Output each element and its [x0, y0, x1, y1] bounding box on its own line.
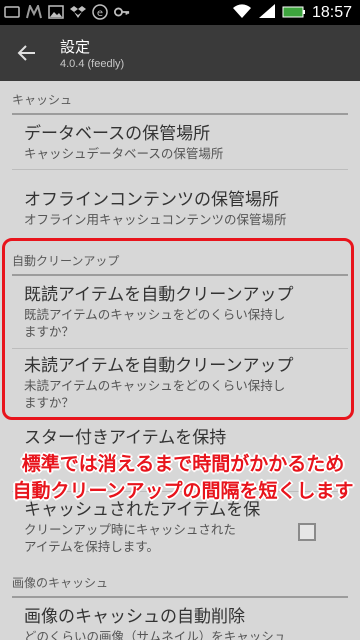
pref-title: 画像のキャッシュの自動削除: [24, 607, 245, 627]
status-time: 18:57: [311, 4, 352, 21]
back-arrow-icon: [17, 45, 35, 61]
pref-summary: どのくらいの画像（サムネイル）をキャッシュ: [24, 629, 287, 640]
annotation-line2: 自動クリーンアップの間隔を短くします: [12, 480, 354, 502]
action-bar: 設定 4.0.4 (feedly): [0, 25, 360, 81]
settings-list: キャッシュ データベースの保管場所 キャッシュデータベースの保管場所 オフライン…: [0, 81, 360, 640]
status-bar: e 18:57: [0, 0, 360, 25]
pref-summary: キャッシュデータベースの保管場所: [24, 146, 224, 161]
pref-keep-starred[interactable]: スター付きアイテムを保持: [24, 427, 334, 449]
evernote-e-icon: e: [92, 4, 108, 20]
category-header-cache: キャッシュ: [12, 91, 348, 115]
highlight-box: [2, 238, 354, 420]
battery-icon: [282, 4, 306, 23]
pref-keep-cached[interactable]: キャッシュされたアイテムを保 クリーンアップ時にキャッシュされた アイテムを保持…: [24, 499, 334, 555]
pref-title: オフラインコンテンツの保管場所: [24, 190, 279, 210]
keep-cached-checkbox[interactable]: [298, 523, 316, 541]
pref-title: スター付きアイテムを保持: [24, 428, 227, 448]
category-header-image-cache: 画像のキャッシュ: [12, 574, 348, 598]
back-button[interactable]: [12, 39, 42, 67]
pref-title: データベースの保管場所: [24, 124, 211, 144]
annotation-line1: 標準では消えるまで時間がかかるため: [21, 453, 345, 475]
page-title: 設定: [60, 38, 91, 56]
pref-database-location[interactable]: データベースの保管場所 キャッシュデータベースの保管場所: [24, 123, 334, 162]
pref-summary: オフライン用キャッシュコンテンツの保管場所: [24, 212, 287, 227]
key-icon: [114, 4, 130, 20]
image-icon: [48, 4, 64, 20]
app-m-icon: [26, 4, 42, 20]
pref-image-cache-auto-delete[interactable]: 画像のキャッシュの自動削除 どのくらいの画像（サムネイル）をキャッシュ: [24, 606, 334, 640]
wifi-icon: [232, 3, 252, 23]
divider: [12, 169, 348, 170]
signal-icon: [258, 3, 276, 23]
pref-summary-line1: クリーンアップ時にキャッシュされた: [24, 522, 236, 537]
tv-icon: [4, 4, 20, 20]
svg-text:e: e: [97, 8, 103, 19]
pref-offline-content-location[interactable]: オフラインコンテンツの保管場所 オフライン用キャッシュコンテンツの保管場所: [24, 189, 334, 228]
dropbox-icon: [70, 4, 86, 20]
page-subtitle: 4.0.4 (feedly): [60, 58, 125, 70]
pref-summary-line2: アイテムを保持します。: [24, 539, 160, 554]
